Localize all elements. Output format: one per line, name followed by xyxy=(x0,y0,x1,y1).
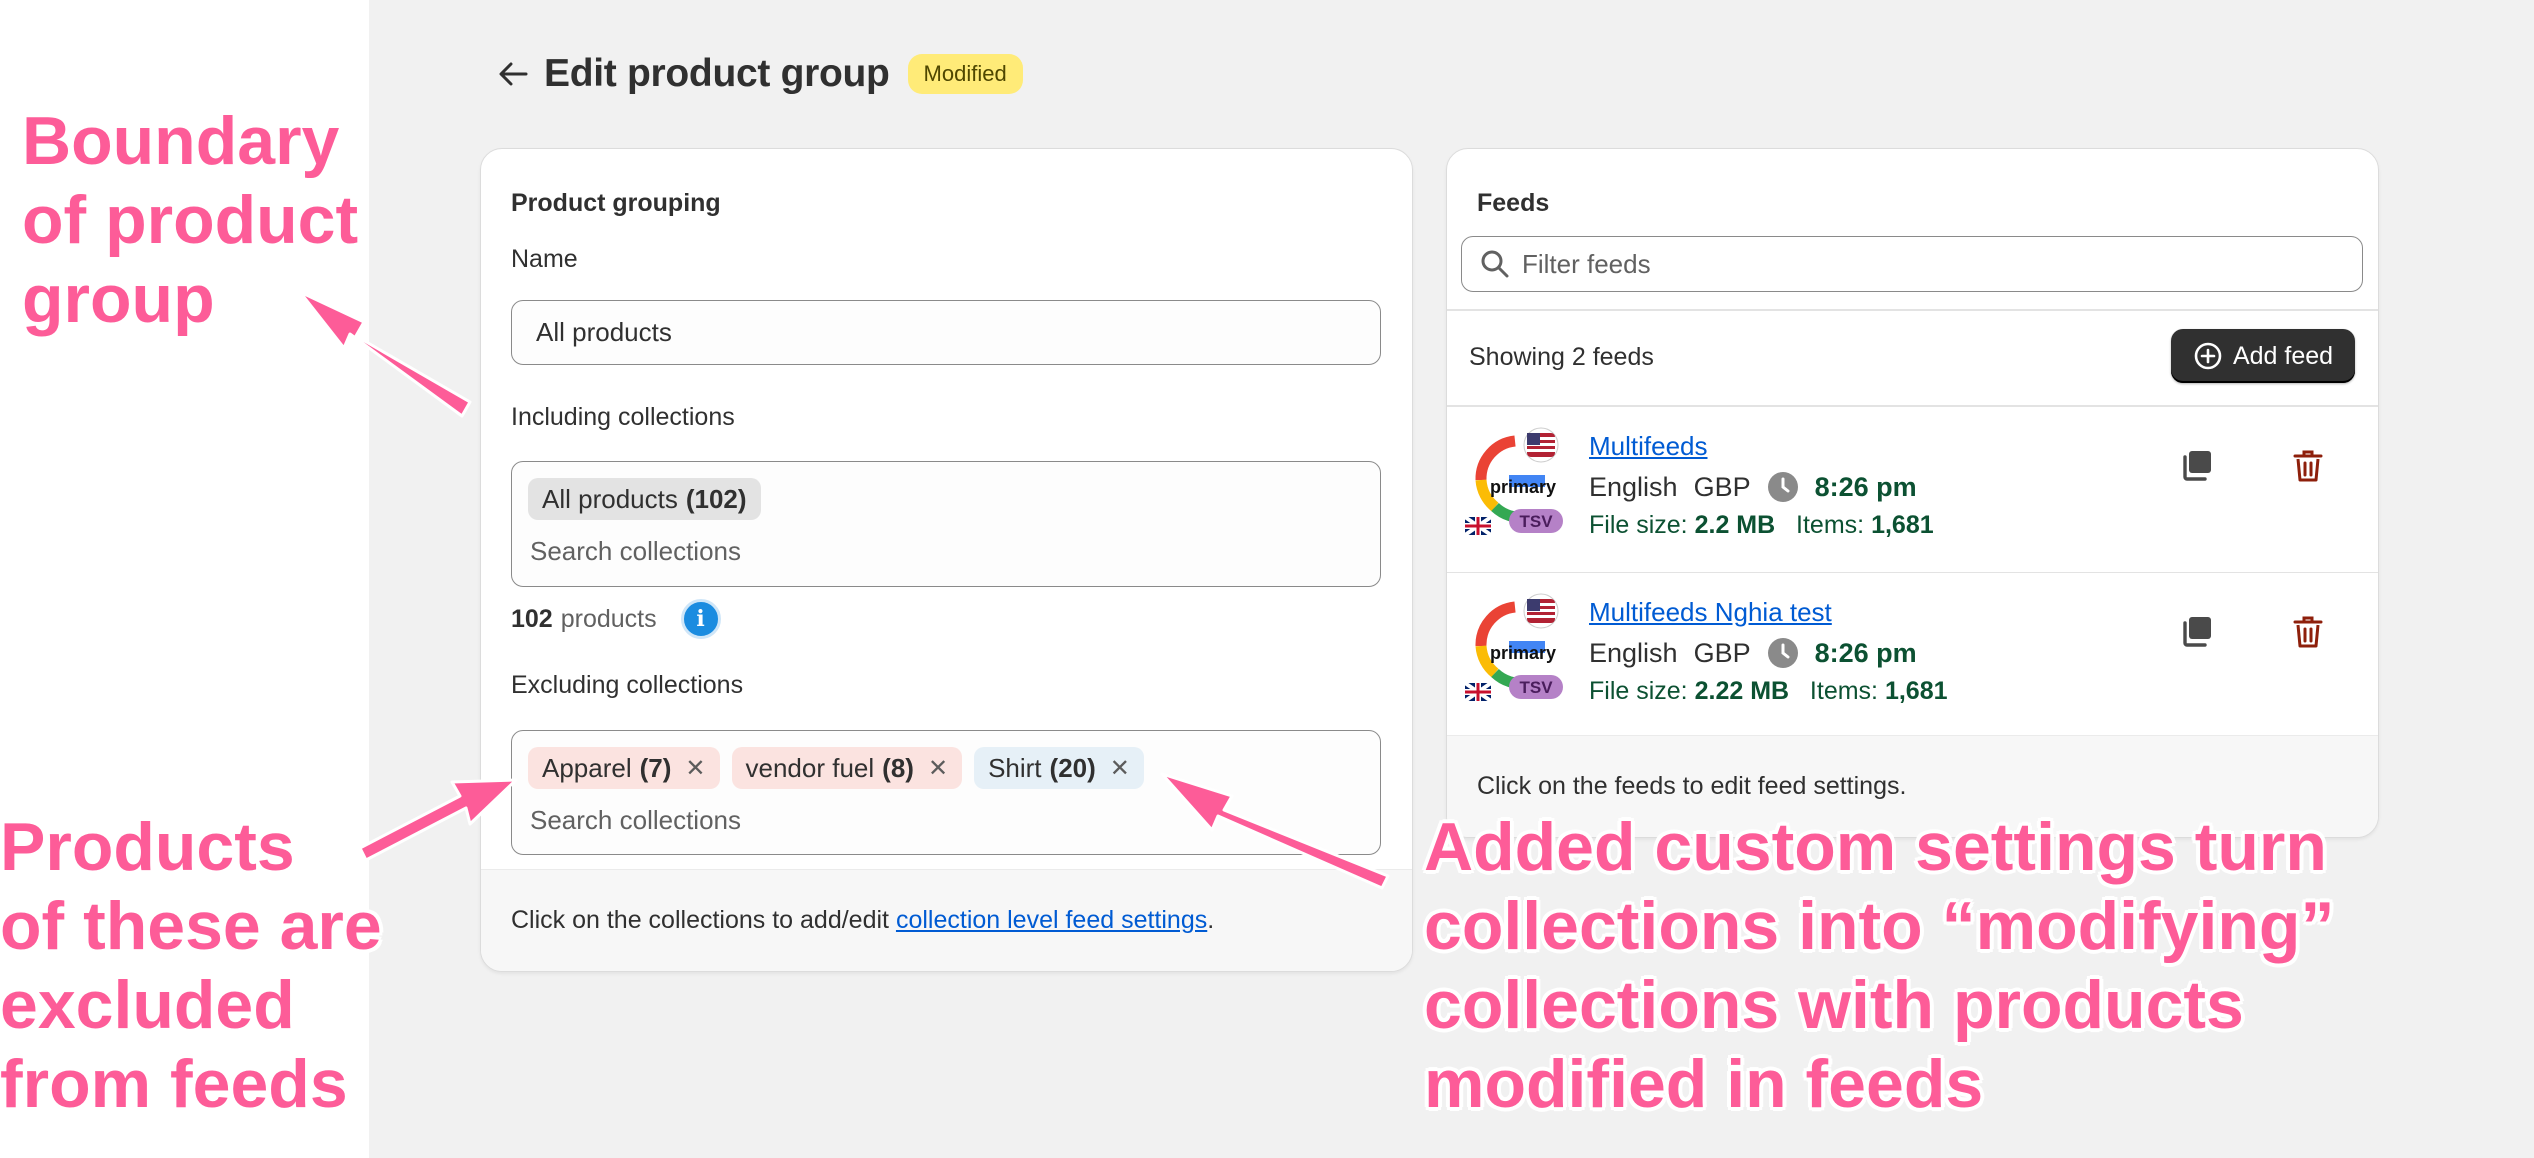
remove-tag-icon[interactable]: ✕ xyxy=(685,754,705,783)
svg-text:TSV: TSV xyxy=(1519,678,1553,697)
duplicate-icon xyxy=(2183,451,2211,481)
feed-row[interactable]: TSV primary Multifeeds English GBP 8:26 … xyxy=(1447,407,2378,572)
section-title: Product grouping xyxy=(511,189,721,217)
back-button[interactable] xyxy=(490,51,536,97)
product-count: 102 products i xyxy=(511,589,721,649)
collection-settings-link[interactable]: collection level feed settings xyxy=(896,906,1207,935)
trash-icon xyxy=(2293,450,2323,482)
collection-tag-vendor-fuel[interactable]: vendor fuel (8) ✕ xyxy=(731,747,963,789)
divider xyxy=(1447,309,2378,311)
annotation-excluded: Products of these are excluded from feed… xyxy=(0,809,382,1122)
status-badge: Modified xyxy=(907,54,1023,94)
feed-name-link[interactable]: Multifeeds xyxy=(1589,431,1708,462)
feed-size: File size: 2.2 MB Items: 1,681 xyxy=(1589,511,1934,539)
svg-text:primary: primary xyxy=(1490,477,1556,497)
remove-tag-icon[interactable]: ✕ xyxy=(928,754,948,783)
product-grouping-card: Product grouping Name All products Inclu… xyxy=(480,148,1413,972)
including-collections-field[interactable]: All products (102) Search collections xyxy=(511,461,1381,587)
including-collections-label: Including collections xyxy=(511,403,735,431)
feeds-card: Feeds Filter feeds Showing 2 feeds Add f… xyxy=(1446,148,2379,838)
delete-feed-button[interactable] xyxy=(2283,441,2333,491)
feed-channel-logo: TSV primary xyxy=(1465,427,1563,535)
card-footer: Click on the collections to add/edit col… xyxy=(481,869,1412,971)
clock-icon xyxy=(1767,472,1798,502)
feed-name-link[interactable]: Multifeeds Nghia test xyxy=(1589,597,1832,628)
feed-meta: English GBP 8:26 pm xyxy=(1589,471,1917,502)
svg-text:primary: primary xyxy=(1490,643,1556,663)
duplicate-icon xyxy=(2183,617,2211,647)
collection-tag[interactable]: All products (102) xyxy=(528,478,761,520)
annotation-boundary: Boundary of product group xyxy=(22,103,359,337)
filter-feeds-input[interactable]: Filter feeds xyxy=(1461,236,2363,292)
page-header: Edit product group Modified xyxy=(490,44,1023,104)
feed-size: File size: 2.22 MB Items: 1,681 xyxy=(1589,677,1948,705)
add-feed-button[interactable]: Add feed xyxy=(2171,329,2355,383)
name-label: Name xyxy=(511,245,578,273)
excluding-collections-field[interactable]: Apparel (7) ✕ vendor fuel (8) ✕ Shirt (20) … xyxy=(511,730,1381,855)
feed-row[interactable]: TSV primary Multifeeds Nghia test Englis… xyxy=(1447,573,2378,738)
clock-icon xyxy=(1767,638,1798,668)
filter-placeholder: Filter feeds xyxy=(1522,248,1651,279)
collection-tag-shirt[interactable]: Shirt (20) ✕ xyxy=(974,747,1144,789)
remove-tag-icon[interactable]: ✕ xyxy=(1110,754,1130,783)
excluding-collections-label: Excluding collections xyxy=(511,671,744,699)
name-input[interactable]: All products xyxy=(511,300,1381,365)
section-title: Feeds xyxy=(1477,189,1550,217)
including-tags: All products (102) xyxy=(528,478,761,520)
duplicate-feed-button[interactable] xyxy=(2171,441,2221,491)
collection-tag-apparel[interactable]: Apparel (7) ✕ xyxy=(528,747,720,789)
excluding-tags: Apparel (7) ✕ vendor fuel (8) ✕ Shirt (20) … xyxy=(528,747,1144,789)
duplicate-feed-button[interactable] xyxy=(2171,607,2221,657)
page-title: Edit product group xyxy=(544,52,890,95)
feed-meta: English GBP 8:26 pm xyxy=(1589,637,1917,668)
feeds-count: Showing 2 feeds xyxy=(1469,343,1654,371)
annotation-modifying: Added custom settings turn collections i… xyxy=(1424,809,2335,1122)
svg-text:TSV: TSV xyxy=(1519,512,1553,531)
info-icon[interactable]: i xyxy=(680,599,721,639)
feed-channel-logo: TSV primary xyxy=(1465,593,1563,701)
arrow-left-icon xyxy=(499,62,528,86)
excluding-search-input[interactable]: Search collections xyxy=(530,805,741,836)
search-icon xyxy=(1481,250,1509,278)
including-search-input[interactable]: Search collections xyxy=(530,536,741,567)
delete-feed-button[interactable] xyxy=(2283,607,2333,657)
trash-icon xyxy=(2293,616,2323,648)
plus-circle-icon xyxy=(2194,342,2222,370)
name-input-value: All products xyxy=(536,317,672,347)
